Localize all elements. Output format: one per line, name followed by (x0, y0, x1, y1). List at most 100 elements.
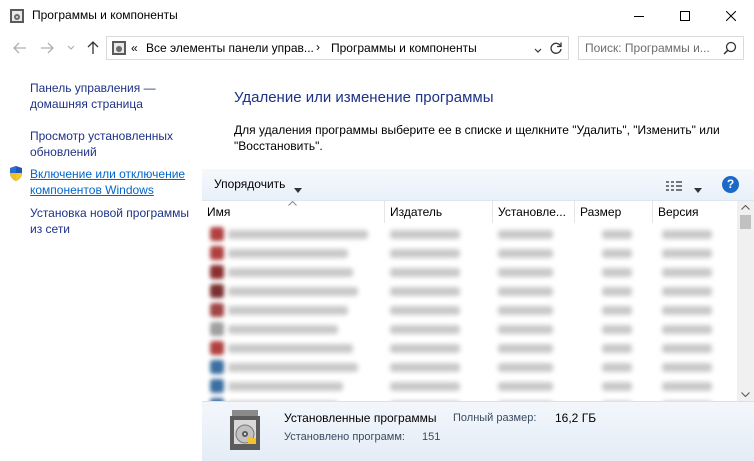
breadcrumb-programs[interactable]: Программы и компоненты (331, 41, 477, 55)
obscured-cell (390, 230, 460, 239)
forward-button[interactable] (38, 39, 56, 57)
obscured-cell (662, 230, 712, 239)
obscured-cell (498, 268, 553, 277)
shield-icon (8, 165, 24, 185)
program-row[interactable] (202, 377, 735, 396)
address-overflow[interactable]: « (131, 41, 138, 55)
scroll-up-icon (741, 205, 750, 210)
details-pane: Установленные программы Полный размер: 1… (202, 401, 754, 461)
recent-locations-button[interactable] (62, 39, 80, 57)
program-row[interactable] (202, 225, 735, 244)
obscured-cell (498, 306, 553, 315)
arrow-right-icon (41, 42, 54, 54)
control-panel-icon (111, 40, 127, 56)
obscured-cell (662, 287, 712, 296)
details-title: Установленные программы (284, 411, 437, 425)
chevron-down-icon[interactable] (294, 182, 302, 196)
back-button[interactable] (11, 39, 29, 57)
obscured-cell (390, 306, 460, 315)
obscured-cell (390, 268, 460, 277)
obscured-cell (498, 287, 553, 296)
obscured-cell (390, 344, 460, 353)
program-row[interactable] (202, 339, 735, 358)
obscured-cell (228, 268, 353, 277)
installed-programs-icon (226, 408, 266, 455)
program-row[interactable] (202, 263, 735, 282)
windows-features-link[interactable]: Включение или отключение компонентов Win… (30, 166, 200, 198)
program-list[interactable] (202, 223, 735, 401)
instructions-text: Для удаления программы выберите ее в спи… (234, 123, 720, 153)
program-row[interactable] (202, 358, 735, 377)
obscured-cell (602, 325, 632, 334)
chevron-down-icon (67, 45, 75, 50)
obscured-cell (662, 344, 712, 353)
obscured-cell (602, 287, 632, 296)
column-size[interactable]: Размер (575, 201, 653, 223)
task-pane: Панель управления — домашняя страница Пр… (0, 65, 202, 461)
obscured-cell (228, 306, 348, 315)
search-placeholder: Поиск: Программы и... (585, 41, 710, 55)
obscured-cell (390, 363, 460, 372)
obscured-cell (390, 325, 460, 334)
obscured-cell (602, 306, 632, 315)
maximize-button[interactable] (662, 0, 708, 31)
program-icon (210, 341, 224, 355)
view-details-icon[interactable] (666, 180, 682, 194)
obscured-cell (662, 363, 712, 372)
arrow-left-icon (13, 42, 26, 54)
column-header: Имя Издатель Установле... Размер Версия (202, 200, 735, 223)
obscured-cell (602, 268, 632, 277)
obscured-cell (228, 230, 368, 239)
window-title: Программы и компоненты (32, 8, 178, 22)
column-publisher[interactable]: Издатель (385, 201, 493, 223)
program-row[interactable] (202, 282, 735, 301)
search-icon[interactable] (723, 41, 737, 58)
breadcrumb-all-items[interactable]: Все элементы панели управ... (146, 41, 314, 55)
address-history-dropdown[interactable] (534, 43, 542, 57)
control-panel-home-link[interactable]: Панель управления — домашняя страница (30, 80, 200, 112)
minimize-button[interactable] (616, 0, 662, 31)
program-icon (210, 360, 224, 374)
control-panel-icon (9, 8, 25, 24)
refresh-button[interactable] (548, 40, 564, 59)
refresh-icon (550, 42, 562, 54)
obscured-cell (498, 363, 553, 372)
obscured-cell (228, 287, 358, 296)
obscured-cell (602, 249, 632, 258)
main-content: Удаление или изменение программы Для уда… (202, 65, 754, 461)
close-button[interactable] (708, 0, 754, 31)
page-title: Удаление или изменение программы (234, 89, 494, 106)
program-icon (210, 322, 224, 336)
obscured-cell (228, 363, 358, 372)
view-installed-updates-link[interactable]: Просмотр установленных обновлений (30, 128, 200, 160)
program-icon (210, 303, 224, 317)
program-count-label: Установлено программ: (284, 431, 405, 443)
program-icon (210, 246, 224, 260)
column-version[interactable]: Версия (653, 201, 735, 223)
obscured-cell (390, 382, 460, 391)
program-row[interactable] (202, 301, 735, 320)
search-input[interactable]: Поиск: Программы и... (578, 36, 744, 60)
program-icon (210, 284, 224, 298)
column-installed-on[interactable]: Установле... (493, 201, 575, 223)
organize-button[interactable]: Упорядочить (214, 177, 285, 191)
obscured-cell (602, 382, 632, 391)
up-button[interactable] (84, 39, 102, 57)
program-icon (210, 227, 224, 241)
install-from-network-link[interactable]: Установка новой программы из сети (30, 205, 200, 237)
view-options-dropdown[interactable] (694, 182, 702, 196)
program-row[interactable] (202, 320, 735, 339)
column-name[interactable]: Имя (202, 201, 385, 223)
program-icon (210, 265, 224, 279)
obscured-cell (662, 249, 712, 258)
title-bar: Программы и компоненты (0, 0, 754, 31)
obscured-cell (498, 325, 553, 334)
breadcrumb-separator[interactable]: › (316, 40, 320, 54)
program-row[interactable] (202, 244, 735, 263)
vertical-scrollbar[interactable] (737, 201, 754, 401)
help-button[interactable]: ? (722, 176, 739, 193)
scrollbar-thumb[interactable] (740, 215, 751, 229)
obscured-cell (498, 249, 553, 258)
address-bar[interactable]: « Все элементы панели управ... › Програм… (106, 36, 569, 60)
program-icon (210, 379, 224, 393)
